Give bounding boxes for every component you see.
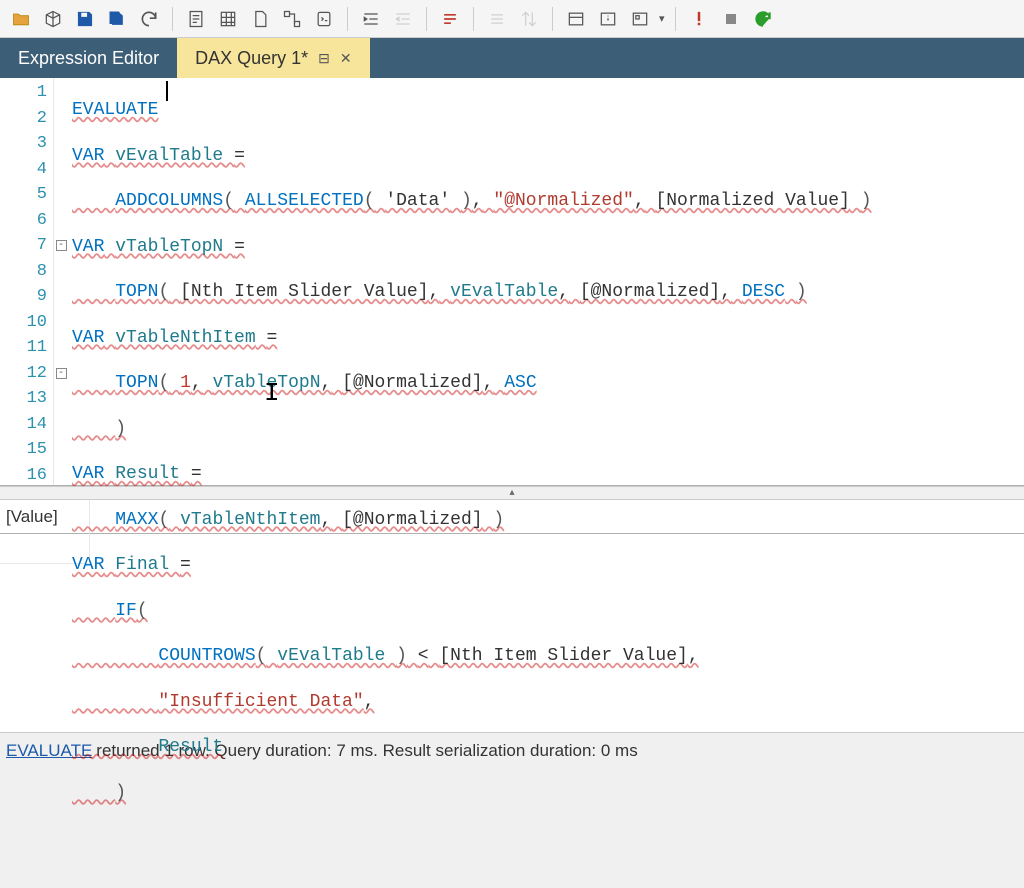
relationship-icon[interactable] (279, 6, 305, 32)
text-caret (166, 81, 168, 101)
tab-label: Expression Editor (18, 48, 159, 69)
tab-label: DAX Query 1* (195, 48, 308, 69)
tab-expression-editor[interactable]: Expression Editor (0, 38, 177, 78)
outdent-icon[interactable] (390, 6, 416, 32)
cube-icon[interactable] (40, 6, 66, 32)
uncomment-icon[interactable] (484, 6, 510, 32)
page-icon[interactable] (247, 6, 273, 32)
refresh-icon[interactable] (136, 6, 162, 32)
tab-dax-query[interactable]: DAX Query 1* ⊟ ✕ (177, 38, 370, 78)
close-icon[interactable]: ✕ (340, 50, 352, 67)
move-icon[interactable] (516, 6, 542, 32)
panel1-icon[interactable] (563, 6, 589, 32)
script-icon[interactable] (311, 6, 337, 32)
fold-column: - - (54, 78, 68, 485)
document-icon[interactable] (183, 6, 209, 32)
pin-icon[interactable]: ⊟ (318, 50, 330, 67)
fold-toggle[interactable]: - (56, 368, 67, 379)
fold-toggle[interactable]: - (56, 240, 67, 251)
run-icon[interactable] (750, 6, 776, 32)
stop-icon[interactable] (718, 6, 744, 32)
panel3-icon[interactable] (627, 6, 653, 32)
indent-icon[interactable] (358, 6, 384, 32)
save-icon[interactable] (72, 6, 98, 32)
line-gutter: 1 2 3 4 5 6 7 8 9 10 11 12 13 14 15 16 (0, 78, 54, 485)
table-icon[interactable] (215, 6, 241, 32)
comment-icon[interactable] (437, 6, 463, 32)
main-toolbar: ▾ (0, 0, 1024, 38)
code-area[interactable]: EVALUATE VAR vEvalTable = ADDCOLUMNS( AL… (68, 78, 1024, 485)
save-all-icon[interactable] (104, 6, 130, 32)
tab-bar: Expression Editor DAX Query 1* ⊟ ✕ (0, 38, 1024, 78)
open-folder-icon[interactable] (8, 6, 34, 32)
code-editor[interactable]: 1 2 3 4 5 6 7 8 9 10 11 12 13 14 15 16 -… (0, 78, 1024, 486)
panel2-icon[interactable] (595, 6, 621, 32)
warning-icon[interactable] (686, 6, 712, 32)
text-cursor-icon: I (264, 378, 280, 408)
